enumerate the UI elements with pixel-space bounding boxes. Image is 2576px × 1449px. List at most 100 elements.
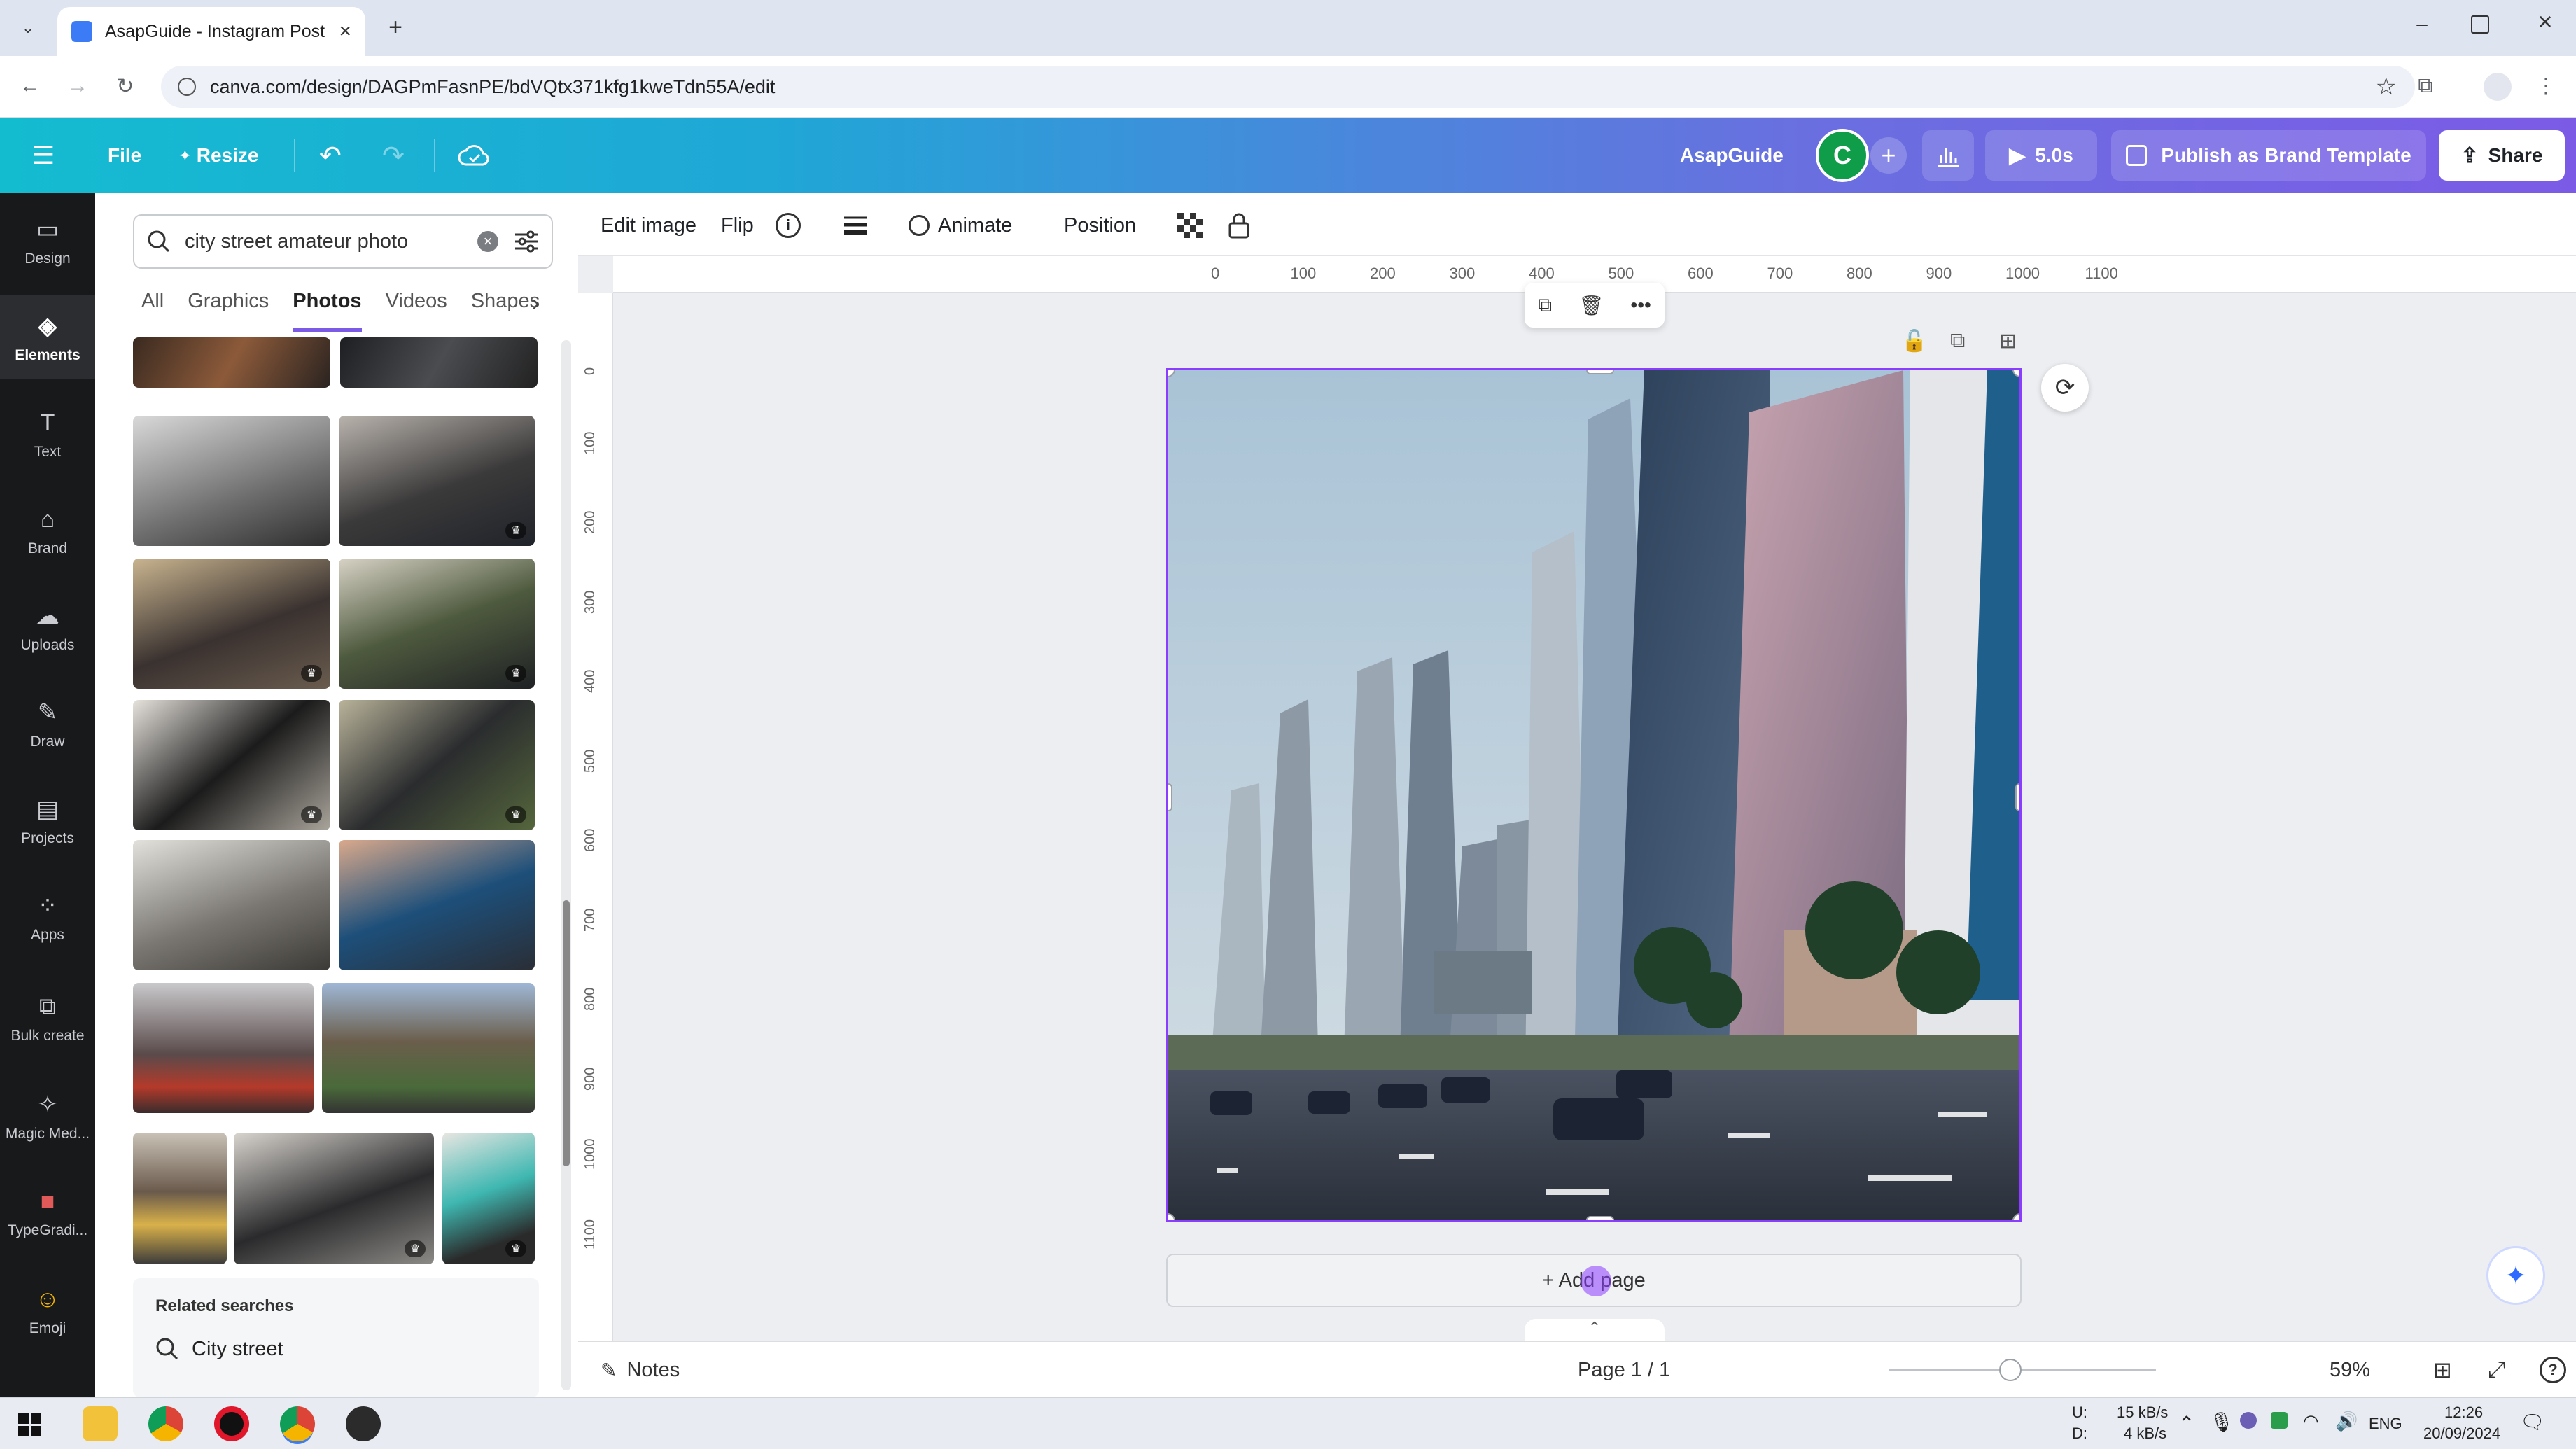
volume-icon[interactable]: 🔊 <box>2335 1410 2358 1432</box>
notes-button[interactable]: ✎ Notes <box>601 1356 680 1384</box>
resize-handle-left[interactable] <box>1168 783 1172 811</box>
restore-icon[interactable] <box>2471 15 2489 34</box>
opera-icon[interactable] <box>214 1406 249 1441</box>
close-window-icon[interactable]: × <box>2531 7 2559 36</box>
panel-scrollbar[interactable] <box>561 340 571 1390</box>
animate-button[interactable]: Animate <box>909 209 1012 242</box>
rail-item-apps[interactable]: ⁘ Apps <box>0 875 95 959</box>
clock-time[interactable]: 12:26 <box>2444 1404 2483 1422</box>
rail-item-brand[interactable]: ⌂ Brand <box>0 489 95 573</box>
chrome-icon[interactable] <box>148 1406 183 1441</box>
photo-result[interactable] <box>133 1133 227 1264</box>
photo-result[interactable]: ♛ <box>339 416 535 546</box>
zoom-slider-thumb[interactable] <box>1999 1359 2022 1381</box>
magic-assistant-icon[interactable]: ✦ <box>2486 1246 2545 1305</box>
profile-avatar[interactable] <box>2484 73 2512 101</box>
lock-page-icon[interactable]: 🔓 <box>1901 329 1927 354</box>
rail-item-projects[interactable]: ▤ Projects <box>0 778 95 862</box>
lock-icon[interactable] <box>1228 209 1250 242</box>
photo-result[interactable]: ♛ <box>339 559 535 689</box>
transparency-icon[interactable] <box>1177 209 1203 242</box>
reload-icon[interactable]: ↻ <box>109 70 141 102</box>
photo-result[interactable]: ♛ <box>234 1133 434 1264</box>
cloud-save-icon[interactable] <box>458 136 490 175</box>
photo-result[interactable] <box>322 983 535 1113</box>
rail-item-elements[interactable]: ◈ Elements <box>0 295 95 379</box>
info-icon[interactable]: i <box>776 209 801 242</box>
resize-handle-bottom[interactable] <box>1586 1216 1614 1220</box>
photo-result[interactable] <box>133 416 330 546</box>
position-button[interactable]: Position <box>1064 209 1136 242</box>
rail-item-magic-med[interactable]: ✧ Magic Med... <box>0 1074 95 1158</box>
browser-menu-icon[interactable]: ⋮ <box>2530 70 2562 102</box>
border-style-icon[interactable] <box>843 209 868 242</box>
help-icon[interactable]: ? <box>2540 1356 2566 1384</box>
chrome-profile-icon[interactable] <box>280 1406 315 1441</box>
filter-icon[interactable] <box>514 230 539 253</box>
rail-item-bulk-create[interactable]: ⧉ Bulk create <box>0 976 95 1060</box>
windows-start-icon[interactable] <box>18 1413 42 1437</box>
obs-recorder-icon[interactable] <box>346 1406 381 1441</box>
add-page-icon[interactable]: ⊞ <box>1999 329 2017 354</box>
fullscreen-icon[interactable]: ⤢ <box>2488 1356 2506 1384</box>
undo-icon[interactable]: ↶ <box>319 136 342 175</box>
tab-all[interactable]: All <box>141 290 164 332</box>
bookmark-star-icon[interactable]: ☆ <box>2376 73 2397 101</box>
trash-icon[interactable]: 🗑 <box>1579 294 1604 317</box>
clear-search-icon[interactable]: × <box>477 231 498 252</box>
tabs-scroll-right-icon[interactable]: › <box>532 290 540 316</box>
clock-date[interactable]: 20/09/2024 <box>2423 1424 2500 1443</box>
browser-tab-active[interactable]: AsapGuide - Instagram Post × <box>57 7 365 56</box>
tab-graphics[interactable]: Graphics <box>188 290 269 332</box>
extensions-icon[interactable]: ⧉ <box>2409 70 2442 102</box>
photo-result[interactable]: ♛ <box>442 1133 535 1264</box>
grid-view-icon[interactable]: ⊞ <box>2433 1356 2452 1384</box>
site-info-icon[interactable] <box>178 78 196 96</box>
resize-button[interactable]: ✦ Resize <box>179 136 258 175</box>
photo-result[interactable]: ♛ <box>339 700 535 830</box>
invite-plus-icon[interactable]: + <box>1870 137 1907 174</box>
more-options-icon[interactable]: ••• <box>1630 294 1651 316</box>
tray-overflow-icon[interactable]: ⌃ <box>2178 1412 2194 1435</box>
tray-app-icon[interactable] <box>2271 1412 2288 1429</box>
user-avatar[interactable]: C <box>1816 129 1869 182</box>
related-search-item[interactable]: City street <box>155 1337 284 1361</box>
search-input[interactable]: city street amateur photo <box>185 230 477 253</box>
design-page-image[interactable] <box>1166 368 2022 1222</box>
page-indicator[interactable]: Page 1 / 1 <box>1578 1356 1670 1384</box>
photo-result[interactable]: ♛ <box>133 559 330 689</box>
share-button[interactable]: ⇪ Share <box>2439 130 2565 181</box>
tab-list-dropdown-icon[interactable]: ⌄ <box>15 15 41 41</box>
zoom-slider[interactable] <box>1889 1359 2156 1381</box>
hamburger-icon[interactable]: ☰ <box>32 136 55 175</box>
rotate-refresh-icon[interactable]: ⟳ <box>2041 364 2089 412</box>
publish-brand-template-button[interactable]: Publish as Brand Template <box>2111 130 2426 181</box>
file-explorer-icon[interactable] <box>83 1406 118 1441</box>
tab-videos[interactable]: Videos <box>386 290 447 332</box>
microphone-icon[interactable]: 🎙 <box>2209 1410 2234 1434</box>
edit-image-button[interactable]: Edit image <box>601 209 696 242</box>
photo-result[interactable]: ♛ <box>133 700 330 830</box>
tab-photos[interactable]: Photos <box>293 290 362 332</box>
flip-button[interactable]: Flip <box>721 209 754 242</box>
file-menu-button[interactable]: File <box>108 136 141 175</box>
back-icon[interactable]: ← <box>14 70 46 102</box>
duplicate-icon[interactable]: ⧉ <box>1538 294 1552 317</box>
forward-icon[interactable]: → <box>62 70 94 102</box>
photo-result[interactable] <box>133 983 314 1113</box>
show-pages-chevron-icon[interactable]: ⌃ <box>1525 1319 1665 1341</box>
tab-shapes[interactable]: Shapes <box>471 290 540 332</box>
url-field[interactable]: canva.com/design/DAGPmFasnPE/bdVQtx371kf… <box>161 66 2415 108</box>
resize-handle-top[interactable] <box>1586 370 1614 374</box>
tab-close-icon[interactable]: × <box>339 20 351 43</box>
rail-item-design[interactable]: ▭ Design <box>0 199 95 283</box>
minimize-icon[interactable]: – <box>2408 13 2436 41</box>
rail-item-text[interactable]: T Text <box>0 392 95 476</box>
wifi-icon[interactable]: ◠ <box>2303 1410 2319 1432</box>
photo-result[interactable] <box>340 337 538 388</box>
design-name[interactable]: AsapGuide <box>1680 136 1784 175</box>
photo-result[interactable] <box>133 337 330 388</box>
search-box[interactable]: city street amateur photo × <box>133 214 553 269</box>
insights-button[interactable] <box>1922 130 1974 181</box>
duplicate-page-icon[interactable]: ⧉ <box>1950 329 1965 353</box>
